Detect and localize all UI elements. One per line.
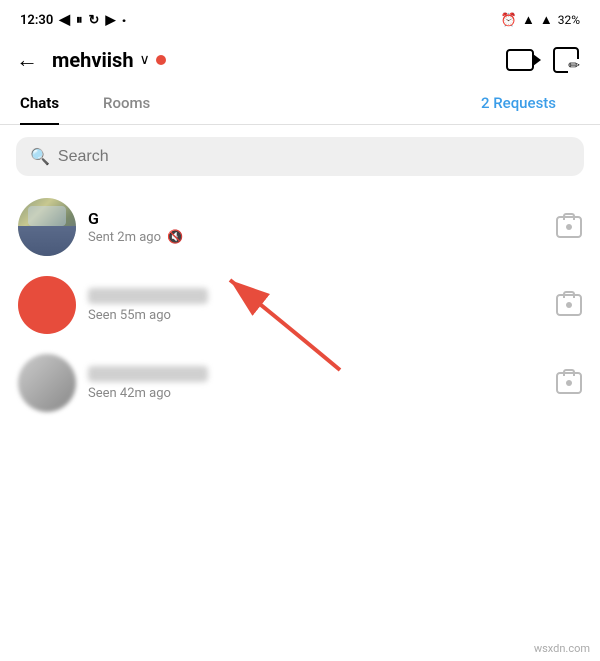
header-left: ← mehviish ∨ bbox=[16, 47, 166, 73]
wifi-icon: ▲ bbox=[522, 12, 535, 28]
chat-meta-3: Seen 42m ago bbox=[88, 386, 544, 401]
status-bar-right: ⏰ ▲ ▲ 32% bbox=[501, 12, 580, 28]
tab-rooms[interactable]: Rooms bbox=[103, 84, 174, 124]
tab-chats[interactable]: Chats bbox=[20, 84, 83, 124]
chat-time-1: Sent 2m ago bbox=[88, 230, 161, 245]
avatar-2 bbox=[18, 276, 76, 334]
play-icon: ▶ bbox=[105, 13, 115, 28]
chat-time-3: Seen 42m ago bbox=[88, 386, 171, 401]
chat-meta-1: Sent 2m ago 🔇 bbox=[88, 230, 544, 245]
search-box: 🔍 bbox=[16, 137, 584, 176]
signal-icon: ▲ bbox=[540, 12, 553, 28]
back-button[interactable]: ← bbox=[16, 47, 38, 73]
chat-name-1: G bbox=[88, 209, 544, 228]
chat-content-3: Seen 42m ago bbox=[88, 366, 544, 401]
compose-button[interactable] bbox=[552, 46, 580, 74]
chat-name-blurred-2 bbox=[88, 288, 208, 304]
chevron-down-icon[interactable]: ∨ bbox=[140, 52, 150, 68]
status-bar: 12:30 ◀ ⏸ ↻ ▶ · ⏰ ▲ ▲ 32% bbox=[0, 0, 600, 36]
sync-icon: ↻ bbox=[89, 13, 100, 28]
camera-icon-2[interactable] bbox=[556, 294, 582, 316]
dot-icon: · bbox=[121, 11, 126, 30]
chat-item-1[interactable]: G Sent 2m ago 🔇 bbox=[8, 188, 592, 266]
search-icon: 🔍 bbox=[30, 147, 50, 166]
chat-meta-2: Seen 55m ago bbox=[88, 308, 544, 323]
avatar-1 bbox=[18, 198, 76, 256]
header-title: mehviish ∨ bbox=[52, 48, 166, 72]
tabs-bar: Chats Rooms 2 Requests bbox=[0, 84, 600, 125]
edit-compose-icon bbox=[553, 47, 579, 73]
chat-content-2: Seen 55m ago bbox=[88, 288, 544, 323]
camera-icon-3[interactable] bbox=[556, 372, 582, 394]
header: ← mehviish ∨ bbox=[0, 36, 600, 84]
chat-name-blurred-3 bbox=[88, 366, 208, 382]
mute-icon-1: 🔇 bbox=[167, 230, 183, 245]
chat-list: G Sent 2m ago 🔇 Seen 55m ago Seen 42m ag… bbox=[0, 188, 600, 422]
navigation-icon: ◀ bbox=[59, 12, 70, 28]
username-label: mehviish bbox=[52, 48, 134, 72]
video-camera-icon bbox=[506, 49, 534, 71]
watermark: wsxdn.com bbox=[534, 642, 590, 655]
chat-content-1: G Sent 2m ago 🔇 bbox=[88, 209, 544, 245]
camera-icon-1[interactable] bbox=[556, 216, 582, 238]
time-display: 12:30 bbox=[20, 13, 53, 28]
search-input[interactable] bbox=[58, 148, 570, 166]
pause-icon: ⏸ bbox=[76, 13, 83, 28]
avatar-3 bbox=[18, 354, 76, 412]
tab-requests[interactable]: 2 Requests bbox=[481, 84, 580, 124]
chat-item-3[interactable]: Seen 42m ago bbox=[8, 344, 592, 422]
status-bar-left: 12:30 ◀ ⏸ ↻ ▶ · bbox=[20, 11, 127, 30]
online-status-dot bbox=[156, 55, 166, 65]
search-container: 🔍 bbox=[0, 125, 600, 188]
chat-item-2[interactable]: Seen 55m ago bbox=[8, 266, 592, 344]
video-call-button[interactable] bbox=[506, 46, 534, 74]
alarm-icon: ⏰ bbox=[501, 13, 517, 28]
header-actions bbox=[506, 46, 580, 74]
battery-display: 32% bbox=[558, 13, 580, 27]
chat-time-2: Seen 55m ago bbox=[88, 308, 171, 323]
